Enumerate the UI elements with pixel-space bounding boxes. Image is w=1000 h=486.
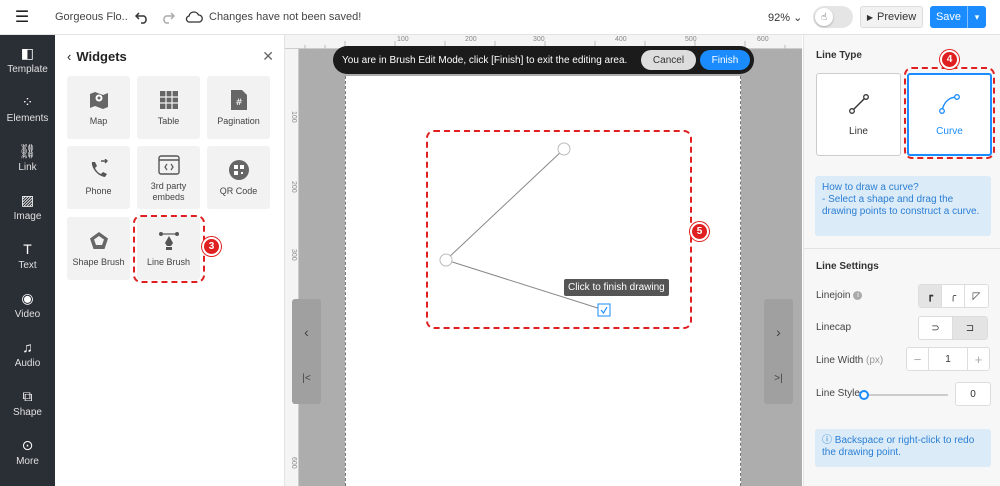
save-dropdown-icon[interactable]: ▾ [968, 12, 986, 23]
video-icon: ◉ [21, 289, 34, 306]
template-icon: ◧ [20, 44, 35, 61]
link-icon: ⛓ [18, 142, 37, 159]
zoom-select[interactable]: 92% ⌄ [768, 11, 802, 24]
rail-item-template[interactable]: ◧ Template [0, 35, 55, 84]
line-settings-title: Line Settings [816, 261, 879, 272]
preview-button[interactable]: ▶ Preview [860, 6, 923, 28]
rail-item-link[interactable]: ⛓ Link [0, 133, 55, 182]
last-page-icon[interactable]: >| [774, 373, 782, 384]
top-bar: ☰ Gorgeous Flo... Changes have not been … [0, 0, 1000, 35]
play-icon: ▶ [866, 12, 874, 22]
properties-panel: Line Type Line Curve 4 How to draw a cur… [803, 35, 1000, 486]
linecap-label: Linecap [816, 322, 852, 333]
linejoin-options: ┏ ╭ ◸ [918, 284, 989, 308]
close-icon[interactable]: ✕ [262, 48, 274, 65]
widget-pagination[interactable]: # Pagination [207, 76, 270, 139]
cancel-button[interactable]: Cancel [641, 50, 696, 70]
widget-qr-code[interactable]: QR Code [207, 146, 270, 209]
text-icon: T [23, 240, 32, 257]
step-badge-3: 3 [202, 237, 221, 256]
curve-help-box: How to draw a curve? - Select a shape an… [815, 176, 991, 236]
left-rail: ◧ Template ⁘ Elements ⛓ Link ▨ Image T T… [0, 35, 55, 486]
hamburger-menu-icon[interactable]: ☰ [0, 0, 44, 35]
embed-icon [157, 153, 180, 177]
next-page-nav[interactable]: › >| [764, 299, 793, 404]
more-icon: ⊙ [21, 436, 34, 453]
svg-text:#: # [235, 98, 243, 108]
linecap-round-icon[interactable]: ⊃ [919, 317, 953, 339]
line-brush-highlight [133, 215, 205, 283]
widget-phone[interactable]: Phone [67, 146, 130, 209]
pagination-icon: # [230, 88, 248, 112]
map-icon [88, 88, 110, 112]
widget-map[interactable]: Map [67, 76, 130, 139]
cloud-icon [183, 6, 205, 28]
pentagon-icon [88, 229, 110, 253]
table-icon [159, 88, 179, 112]
rail-item-image[interactable]: ▨ Image [0, 182, 55, 231]
unsaved-status: Changes have not been saved! [209, 11, 362, 23]
line-style-input[interactable]: 0 [955, 382, 991, 406]
line-style-slider[interactable] [859, 390, 948, 400]
save-button[interactable]: Save ▾ [930, 6, 986, 28]
rail-item-audio[interactable]: ♫ Audio [0, 329, 55, 378]
brush-edit-banner: You are in Brush Edit Mode, click [Finis… [333, 46, 754, 74]
curve-highlight [904, 67, 995, 159]
rail-item-more[interactable]: ⊙ More [0, 427, 55, 476]
line-style-label: Line Style [816, 388, 860, 399]
elements-icon: ⁘ [21, 93, 34, 110]
back-chevron-icon[interactable]: ‹ [67, 49, 71, 64]
plus-icon[interactable]: + [968, 348, 989, 370]
chevron-down-icon: ⌄ [793, 12, 803, 24]
info-circle-icon: ⓘ [822, 435, 832, 446]
step-badge-4: 4 [940, 50, 959, 69]
linejoin-label: Linejoin i [816, 290, 863, 301]
minus-icon[interactable]: − [907, 348, 928, 370]
line-width-label: Line Width (px) [816, 355, 884, 366]
finish-button[interactable]: Finish [700, 50, 750, 70]
drawing-highlight [426, 130, 692, 329]
audio-icon: ♫ [22, 338, 33, 355]
chevron-right-icon[interactable]: › [776, 324, 781, 340]
linejoin-miter-icon[interactable]: ┏ [919, 285, 942, 307]
line-type-title: Line Type [816, 50, 862, 61]
rail-item-video[interactable]: ◉ Video [0, 280, 55, 329]
widgets-header: ‹ Widgets [55, 35, 284, 77]
shape-icon: ⧉ [22, 387, 33, 404]
canvas-area[interactable]: 100 200 300 400 500 600 100 200 300 400 … [285, 35, 802, 486]
widget-shape-brush[interactable]: Shape Brush [67, 217, 130, 280]
slider-thumb[interactable] [859, 390, 869, 400]
widgets-title: Widgets [76, 48, 127, 64]
step-badge-5: 5 [690, 222, 709, 241]
chevron-left-icon[interactable]: ‹ [304, 324, 309, 340]
document-title[interactable]: Gorgeous Flo... [55, 11, 127, 23]
widgets-panel: ‹ Widgets ✕ Map Table # Pagination Phone… [55, 35, 285, 486]
linejoin-round-icon[interactable]: ╭ [942, 285, 965, 307]
first-page-icon[interactable]: |< [302, 373, 310, 384]
linecap-square-icon[interactable]: ⊐ [953, 317, 987, 339]
qr-code-icon [228, 158, 250, 182]
line-type-line[interactable]: Line [816, 73, 901, 156]
rail-item-text[interactable]: T Text [0, 231, 55, 280]
linecap-options: ⊃ ⊐ [918, 316, 988, 340]
redo-icon[interactable] [157, 6, 179, 28]
image-icon: ▨ [20, 191, 35, 208]
widget-3rd-party-embeds[interactable]: 3rd party embeds [137, 146, 200, 209]
rail-item-shape[interactable]: ⧉ Shape [0, 378, 55, 427]
line-icon [848, 93, 870, 118]
mode-toggle[interactable]: ☝ [813, 6, 853, 28]
widget-table[interactable]: Table [137, 76, 200, 139]
undo-icon[interactable] [131, 6, 153, 28]
info-icon[interactable]: i [853, 291, 863, 300]
linejoin-bevel-icon[interactable]: ◸ [965, 285, 988, 307]
rail-item-elements[interactable]: ⁘ Elements [0, 84, 55, 133]
hand-pointer-icon: ☝ [815, 8, 833, 26]
line-width-input[interactable]: 1 [928, 348, 968, 370]
prev-page-nav[interactable]: ‹ |< [292, 299, 321, 404]
redo-hint-box: ⓘ Backspace or right-click to redo the d… [815, 429, 991, 467]
line-width-stepper: − 1 + [906, 347, 990, 371]
phone-icon [88, 158, 110, 182]
